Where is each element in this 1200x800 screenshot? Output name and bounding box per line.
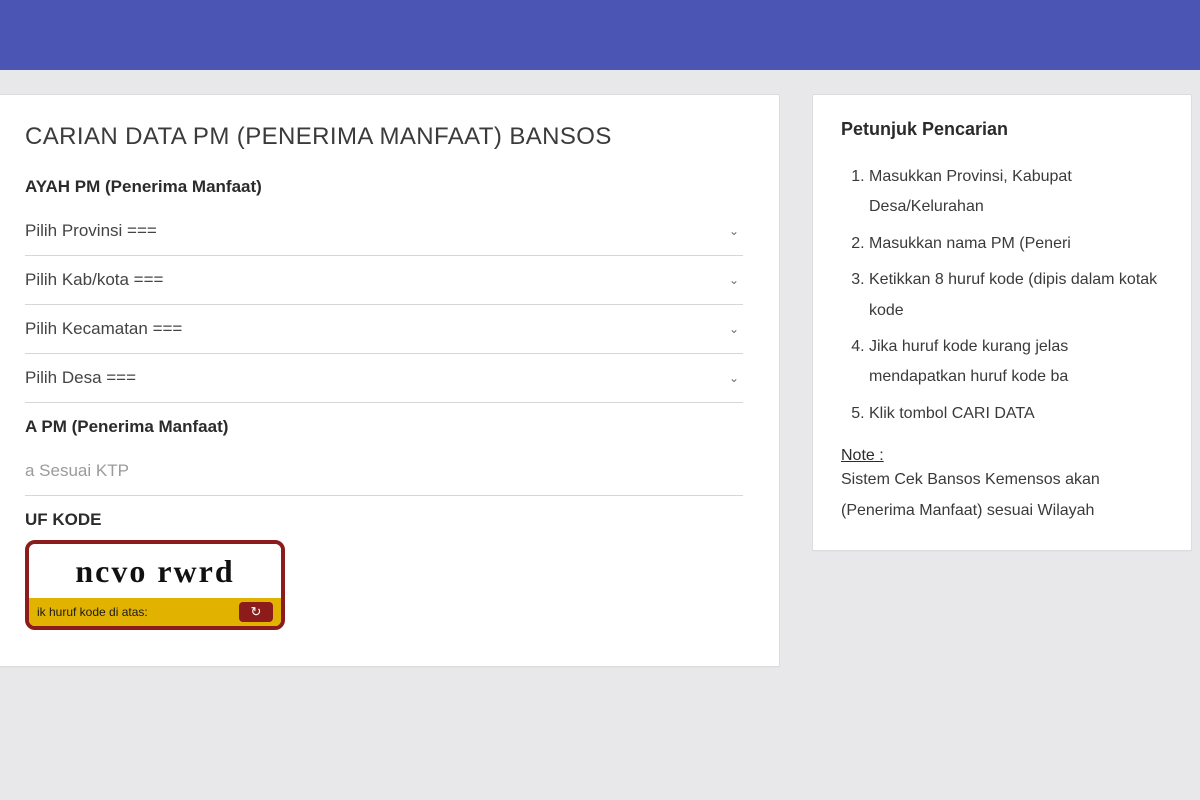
provinsi-select[interactable]: Pilih Provinsi === ⌄ bbox=[25, 207, 743, 256]
instructions-list: Masukkan Provinsi, Kabupat Desa/Keluraha… bbox=[841, 162, 1163, 429]
kode-section-label: UF KODE bbox=[25, 510, 743, 530]
note-label: Note : bbox=[841, 447, 1163, 465]
nama-input[interactable] bbox=[25, 447, 743, 496]
captcha-reload-button[interactable]: ↻ bbox=[239, 602, 273, 622]
page-content: CARIAN DATA PM (PENERIMA MANFAAT) BANSOS… bbox=[0, 70, 1200, 667]
desa-select-value: Pilih Desa === bbox=[25, 368, 136, 388]
wilayah-section-label: AYAH PM (Penerima Manfaat) bbox=[25, 177, 743, 197]
instruction-step: Masukkan Provinsi, Kabupat Desa/Keluraha… bbox=[869, 162, 1163, 223]
instruction-step: Masukkan nama PM (Peneri bbox=[869, 229, 1163, 259]
reload-icon: ↻ bbox=[251, 604, 262, 620]
desa-select[interactable]: Pilih Desa === ⌄ bbox=[25, 354, 743, 403]
chevron-down-icon: ⌄ bbox=[729, 322, 739, 336]
kabkota-select[interactable]: Pilih Kab/kota === ⌄ bbox=[25, 256, 743, 305]
provinsi-select-value: Pilih Provinsi === bbox=[25, 221, 157, 241]
instruction-step: Klik tombol CARI DATA bbox=[869, 399, 1163, 429]
note-text: Sistem Cek Bansos Kemensos akan (Penerim… bbox=[841, 465, 1163, 526]
kecamatan-select-value: Pilih Kecamatan === bbox=[25, 319, 182, 339]
captcha-bar: ik huruf kode di atas: ↻ bbox=[29, 598, 281, 626]
page-title: CARIAN DATA PM (PENERIMA MANFAAT) BANSOS bbox=[25, 123, 743, 151]
search-form-card: CARIAN DATA PM (PENERIMA MANFAAT) BANSOS… bbox=[0, 94, 780, 667]
captcha-hint-text: ik huruf kode di atas: bbox=[37, 605, 148, 619]
kabkota-select-value: Pilih Kab/kota === bbox=[25, 270, 163, 290]
top-navbar bbox=[0, 0, 1200, 70]
chevron-down-icon: ⌄ bbox=[729, 224, 739, 238]
nama-section-label: A PM (Penerima Manfaat) bbox=[25, 417, 743, 437]
kecamatan-select[interactable]: Pilih Kecamatan === ⌄ bbox=[25, 305, 743, 354]
chevron-down-icon: ⌄ bbox=[729, 371, 739, 385]
instruction-step: Ketikkan 8 huruf kode (dipis dalam kotak… bbox=[869, 265, 1163, 326]
chevron-down-icon: ⌄ bbox=[729, 273, 739, 287]
instructions-title: Petunjuk Pencarian bbox=[841, 119, 1163, 140]
instruction-step: Jika huruf kode kurang jelas mendapatkan… bbox=[869, 332, 1163, 393]
captcha-box: ncvo rwrd ik huruf kode di atas: ↻ bbox=[25, 540, 285, 630]
instructions-card: Petunjuk Pencarian Masukkan Provinsi, Ka… bbox=[812, 94, 1192, 551]
captcha-image: ncvo rwrd bbox=[29, 544, 281, 598]
